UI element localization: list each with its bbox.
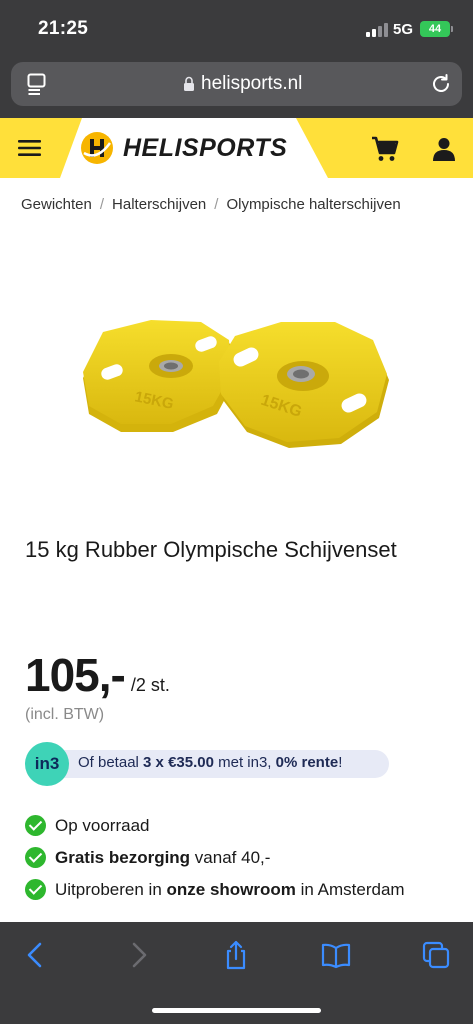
weight-plate-left: 15KG [83, 320, 235, 432]
showroom-link[interactable]: onze showroom [167, 880, 296, 899]
signal-icon [366, 23, 388, 37]
weight-plate-right: 15KG [219, 322, 389, 448]
status-bar: 21:25 5G 44 [0, 0, 473, 58]
check-icon [25, 815, 46, 836]
in3-text: Of betaal 3 x €35.00 met in3, 0% rente! [78, 754, 343, 771]
bookmarks-icon[interactable] [321, 940, 351, 970]
tabs-icon[interactable] [421, 940, 451, 970]
vat-note: (incl. BTW) [25, 706, 105, 723]
breadcrumb-separator: / [214, 196, 219, 213]
address-bar[interactable]: helisports.nl [11, 62, 462, 106]
network-type: 5G [393, 21, 414, 38]
product-price: 105,-/2 st. [25, 648, 170, 702]
usp-free-delivery: Gratis bezorging vanaf 40,- [25, 847, 445, 869]
back-icon[interactable] [21, 940, 51, 970]
breadcrumb-separator: / [99, 196, 105, 213]
check-icon [25, 847, 46, 868]
page-menu-icon[interactable] [27, 73, 46, 95]
forward-icon[interactable] [123, 940, 153, 970]
breadcrumb-gewichten[interactable]: Gewichten [21, 196, 92, 213]
browser-top-chrome: 21:25 5G 44 helisports.nl [0, 0, 473, 118]
usp-in-stock: Op voorraad [25, 815, 445, 837]
hamburger-menu-icon[interactable] [18, 139, 41, 157]
home-indicator [152, 1008, 321, 1013]
helisports-logo-icon[interactable] [80, 131, 114, 165]
reload-icon[interactable] [430, 73, 452, 95]
in3-financing-banner[interactable]: in3 Of betaal 3 x €35.00 met in3, 0% ren… [25, 742, 390, 786]
product-title: 15 kg Rubber Olympische Schijvenset [25, 537, 397, 562]
share-icon[interactable] [221, 940, 251, 970]
account-icon[interactable] [432, 137, 456, 161]
price-unit: /2 st. [130, 675, 170, 695]
lock-icon [184, 76, 194, 91]
breadcrumb-halterschijven[interactable]: Halterschijven [112, 196, 206, 213]
site-logo[interactable]: HELISPORTS [123, 134, 287, 163]
status-time: 21:25 [38, 18, 89, 39]
check-icon [25, 879, 46, 900]
breadcrumb-olympische-halterschijven[interactable]: Olympische halterschijven [226, 196, 400, 213]
product-image[interactable]: 15KG 15KG [75, 318, 395, 458]
in3-logo: in3 [25, 742, 69, 786]
breadcrumb: Gewichten / Halterschijven / Olympische halt… [21, 196, 401, 213]
battery-icon: 44 [420, 21, 453, 37]
url-text[interactable]: helisports.nl [201, 73, 302, 95]
price-amount: 105,- [25, 649, 126, 701]
cart-icon[interactable] [371, 136, 399, 162]
usp-showroom: Uitproberen in onze showroom in Amsterda… [25, 879, 445, 901]
